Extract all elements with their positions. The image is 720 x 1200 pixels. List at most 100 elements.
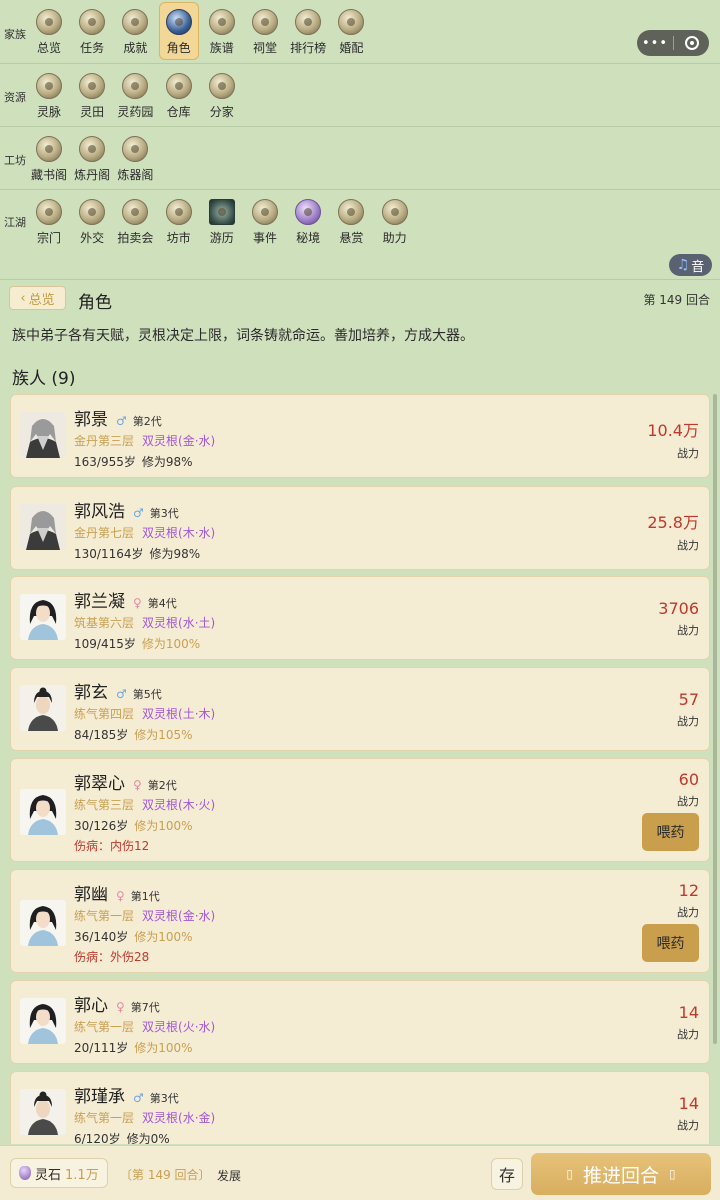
diplomacy-icon [79, 199, 106, 225]
nav-item-label: 成就 [123, 41, 148, 55]
nav-item[interactable]: 外交 [72, 199, 112, 246]
event-icon [252, 199, 278, 225]
member-card[interactable]: 郭翠心 ♀ 第2代 练气第三层 双灵根(木·火) 30/126岁 修为100% 伤病：内伤12… [10, 758, 710, 862]
power-label: 战力 [677, 1119, 699, 1132]
member-card[interactable]: 郭瑾承 ♂ 第3代 练气第一层 双灵根(水·金) 6/120岁 修为0% 14 战力 [10, 1071, 710, 1144]
nav-item[interactable]: 拍卖会 [115, 199, 155, 246]
nav-item[interactable]: 角色 [158, 2, 199, 60]
library-icon [36, 136, 62, 162]
nav-item[interactable]: 助力 [375, 199, 415, 246]
sound-toggle-button[interactable]: ♫ 音 [669, 254, 712, 276]
save-button[interactable]: 存 [491, 1158, 523, 1190]
member-list[interactable]: 郭景 ♂ 第2代 金丹第三层 双灵根(金·水) 163/955岁 修为98% 10.4万 战力郭… [10, 394, 710, 1144]
advance-round-button[interactable]: ▯ 推进回合 ▯ [531, 1153, 711, 1195]
member-card[interactable]: 郭景 ♂ 第2代 金丹第三层 双灵根(金·水) 163/955岁 修为98% 10.4万 战力 [10, 394, 710, 478]
achievement-icon [122, 9, 149, 35]
member-card[interactable]: 郭玄 ♂ 第5代 练气第四层 双灵根(土·木) 84/185岁 修为105% 57 战力 [10, 667, 710, 751]
nav-item[interactable]: 祠堂 [245, 9, 285, 56]
member-card[interactable]: 郭兰凝 ♀ 第4代 筑基第六层 双灵根(水·土) 109/415岁 修为100% 3706 战力 [10, 576, 710, 660]
member-spirit-root: 双灵根(火·水) [142, 1020, 216, 1034]
nav-item[interactable]: 宗门 [29, 199, 69, 246]
power-block: 14 战力 [677, 1003, 699, 1042]
nav-row-label: 工坊 [4, 154, 26, 167]
nav-item[interactable]: 炼丹阁 [72, 136, 112, 183]
member-card[interactable]: 郭心 ♀ 第7代 练气第一层 双灵根(火·水) 20/111岁 修为100% 14 战力 [10, 980, 710, 1064]
member-name: 郭心 [74, 996, 108, 1016]
nav-item[interactable]: 排行榜 [288, 9, 328, 56]
female-icon: ♀ [133, 778, 142, 792]
member-name-line: 郭瑾承 ♂ 第3代 [74, 1082, 179, 1107]
spirit-stone-counter[interactable]: 灵石 1.1万 [10, 1158, 108, 1188]
member-generation: 第4代 [147, 597, 177, 610]
member-generation: 第7代 [130, 1001, 160, 1014]
nav-item[interactable]: 炼器阁 [115, 136, 155, 183]
member-cultivation: 修为0% [126, 1132, 170, 1144]
feed-medicine-button[interactable]: 喂药 [642, 813, 699, 851]
sound-label: 音 [691, 259, 705, 275]
avatar[interactable] [20, 685, 66, 731]
member-spirit-root: 双灵根(木·水) [142, 526, 216, 540]
male-icon: ♂ [133, 1091, 144, 1105]
member-card[interactable]: 郭风浩 ♂ 第3代 金丹第七层 双灵根(木·水) 130/1164岁 修为98% 25.8万战… [10, 486, 710, 570]
record-circle-icon[interactable] [674, 36, 709, 50]
nav-row-label: 家族 [4, 28, 26, 41]
power-value: 14 [678, 1094, 699, 1113]
nav-item[interactable]: 悬赏 [331, 199, 371, 246]
nav-item[interactable]: 分家 [202, 73, 242, 120]
member-spirit-root: 双灵根(土·木) [142, 707, 216, 721]
nav-item[interactable]: 事件 [245, 199, 285, 246]
nav-item[interactable]: 坊市 [159, 199, 199, 246]
realm-line: 金丹第七层 双灵根(木·水) [74, 524, 215, 541]
nav-item-label: 任务 [80, 41, 105, 55]
travel-icon [208, 199, 235, 225]
nav-item-label: 藏书阁 [30, 168, 67, 182]
member-cultivation: 修为100% [134, 1041, 193, 1055]
avatar[interactable] [20, 594, 66, 640]
nav-row-label: 江湖 [4, 216, 26, 229]
member-generation: 第2代 [147, 779, 177, 792]
member-name: 郭玄 [74, 683, 108, 703]
feed-medicine-button[interactable]: 喂药 [642, 924, 699, 962]
member-realm: 练气第一层 [74, 909, 135, 923]
member-age: 163/955岁 [74, 455, 136, 469]
nav-item-label: 坊市 [166, 231, 191, 245]
member-generation: 第3代 [149, 1092, 179, 1105]
nav-item-label: 悬赏 [339, 231, 364, 245]
nav-item[interactable]: 总览 [29, 9, 69, 56]
member-realm: 金丹第三层 [74, 434, 135, 448]
nav-item[interactable]: 灵田 [72, 73, 112, 120]
scrollbar[interactable] [713, 394, 717, 1044]
nav-item[interactable]: 秘境 [288, 199, 328, 246]
power-block: 14 战力 [677, 1094, 699, 1133]
avatar[interactable] [20, 412, 66, 458]
avatar[interactable] [20, 504, 66, 550]
member-name-line: 郭景 ♂ 第2代 [74, 405, 162, 430]
more-dots-icon[interactable]: ••• [637, 36, 673, 51]
member-name-line: 郭兰凝 ♀ 第4代 [74, 587, 177, 612]
nav-item-label: 炼丹阁 [74, 168, 111, 182]
nav-item[interactable]: 游历 [202, 199, 242, 246]
nav-item[interactable]: 灵药园 [115, 73, 155, 120]
avatar[interactable] [20, 998, 66, 1044]
back-button[interactable]: ‹ 总览 [9, 286, 66, 310]
age-line: 36/140岁 修为100% [74, 928, 193, 945]
member-card[interactable]: 郭幽 ♀ 第1代 练气第一层 双灵根(金·水) 36/140岁 修为100% 伤病：外伤28 1… [10, 869, 710, 973]
avatar[interactable] [20, 900, 66, 946]
member-cultivation: 修为100% [141, 637, 201, 651]
nav-item[interactable]: 灵脉 [29, 73, 69, 120]
nav-item[interactable]: 藏书阁 [29, 136, 69, 183]
female-icon: ♀ [116, 889, 125, 903]
nav-item[interactable]: 族谱 [202, 9, 242, 56]
member-name-line: 郭心 ♀ 第7代 [74, 991, 160, 1016]
sect-icon [36, 199, 62, 225]
warehouse-icon [165, 73, 192, 99]
avatar[interactable] [20, 1089, 66, 1135]
nav-item[interactable]: 仓库 [159, 73, 199, 120]
nav-item[interactable]: 成就 [115, 9, 155, 56]
avatar[interactable] [20, 789, 66, 835]
nav-item[interactable]: 婚配 [331, 9, 371, 56]
nav-item-label: 分家 [209, 105, 234, 119]
female-icon: ♀ [116, 1000, 125, 1014]
female-icon: ♀ [133, 596, 142, 610]
nav-item[interactable]: 任务 [72, 9, 112, 56]
